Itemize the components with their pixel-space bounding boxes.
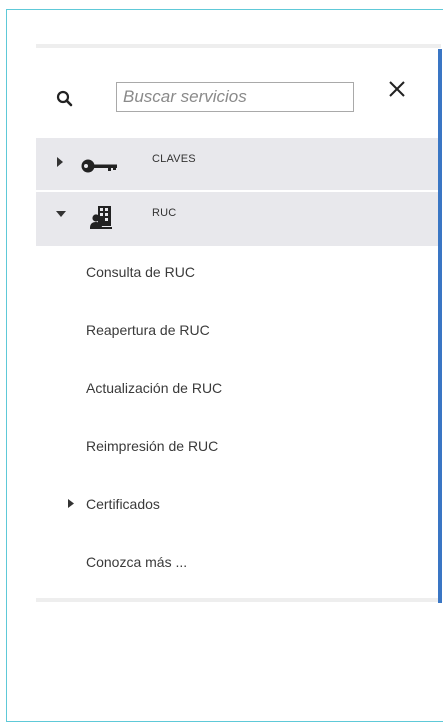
caret-right-icon <box>57 157 63 167</box>
menu-item-consulta-ruc[interactable]: Consulta de RUC <box>86 264 195 280</box>
menu-item-reimpresion-ruc[interactable]: Reimpresión de RUC <box>86 438 218 454</box>
search-input[interactable] <box>116 82 354 112</box>
top-divider <box>36 44 441 48</box>
category-label: CLAVES <box>152 153 196 165</box>
services-menu-panel: CLAVES RUC Consulta de RUC Reapertura de… <box>36 44 441 602</box>
menu-item-certificados[interactable]: Certificados <box>86 496 160 512</box>
caret-right-icon[interactable] <box>68 499 75 508</box>
search-row <box>36 78 436 118</box>
menu-item-reapertura-ruc[interactable]: Reapertura de RUC <box>86 322 210 338</box>
building-person-icon <box>90 206 112 229</box>
menu-item-conozca-mas[interactable]: Conozca más ... <box>86 554 187 570</box>
close-icon[interactable] <box>386 78 408 100</box>
category-label: RUC <box>152 207 177 219</box>
key-icon <box>81 159 117 173</box>
accent-bar <box>438 49 442 603</box>
search-icon <box>56 90 73 107</box>
category-ruc[interactable]: RUC <box>36 192 441 246</box>
caret-down-icon <box>56 211 66 217</box>
bottom-divider <box>36 598 441 602</box>
menu-item-actualizacion-ruc[interactable]: Actualización de RUC <box>86 380 222 396</box>
category-claves[interactable]: CLAVES <box>36 138 441 190</box>
